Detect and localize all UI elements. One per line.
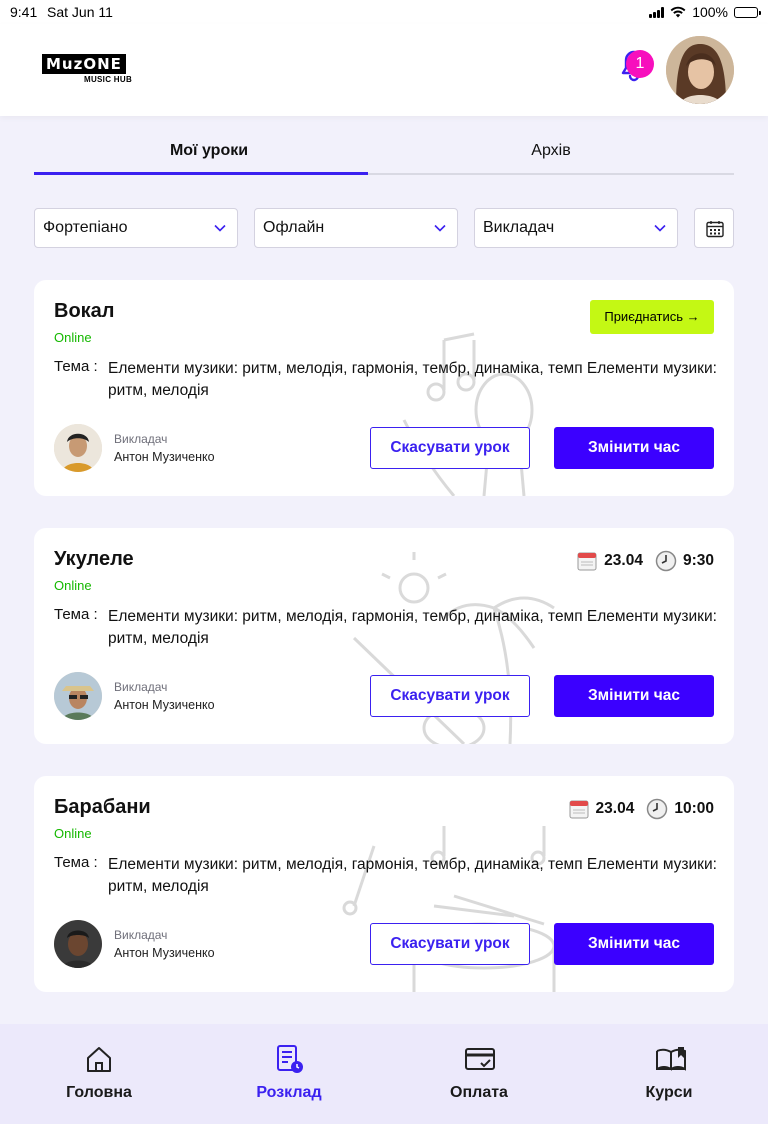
cancel-lesson-button[interactable]: Скасувати урок — [370, 923, 530, 965]
wifi-icon — [670, 6, 686, 18]
status-time: 9:41 — [10, 4, 38, 20]
teacher-select-value: Викладач — [483, 219, 555, 236]
lesson-topic: Елементи музики: ритм, мелодія, гармонія… — [108, 608, 717, 647]
lesson-title: Барабани — [54, 796, 151, 818]
teacher-photo — [54, 920, 102, 968]
tab-archive[interactable]: Архів — [368, 126, 734, 176]
lesson-title: Вокал — [54, 300, 115, 322]
battery-percent: 100% — [692, 4, 728, 20]
lesson-card-drums: Барабани Online 23.04 10:00 Тема : Елеме… — [34, 776, 734, 992]
battery-icon — [734, 6, 761, 18]
teacher-photo — [54, 672, 102, 720]
nav-label-schedule: Розклад — [256, 1084, 322, 1101]
notification-badge: 1 — [626, 50, 654, 78]
lesson-time: 10:00 — [674, 800, 714, 817]
change-time-button[interactable]: Змінити час — [554, 427, 714, 469]
teacher-avatar — [54, 424, 102, 472]
lesson-mode: Online — [54, 578, 92, 593]
user-avatar[interactable] — [666, 36, 734, 104]
lesson-mode: Online — [54, 330, 92, 345]
calendar-icon — [577, 552, 597, 571]
teacher-photo — [54, 424, 102, 472]
format-select[interactable]: Офлайн — [254, 208, 458, 248]
payment-icon — [465, 1048, 495, 1070]
topic-label: Тема : — [54, 854, 98, 871]
calendar-icon — [706, 221, 724, 238]
format-select-value: Офлайн — [263, 219, 325, 236]
nav-item-schedule[interactable]: Розклад — [194, 1024, 384, 1124]
lesson-mode: Online — [54, 826, 92, 841]
lesson-topic: Елементи музики: ритм, мелодія, гармонія… — [108, 856, 717, 895]
nav-item-payment[interactable]: Оплата — [384, 1024, 574, 1124]
status-date: Sat Jun 11 — [47, 4, 113, 20]
teacher-label: Викладач — [114, 928, 168, 942]
courses-icon — [656, 1047, 686, 1071]
home-icon — [87, 1047, 111, 1072]
topic-label: Тема : — [54, 358, 98, 375]
clock-icon — [655, 550, 677, 572]
cancel-lesson-button[interactable]: Скасувати урок — [370, 675, 530, 717]
cellular-signal-icon — [649, 6, 665, 18]
lesson-datetime: 23.04 10:00 — [568, 798, 714, 820]
clock-icon — [647, 798, 668, 820]
schedule-icon — [277, 1045, 303, 1073]
nav-item-home[interactable]: Головна — [4, 1024, 194, 1124]
logo-subtitle: MUSIC HUB — [84, 75, 133, 84]
status-indicators: 100% — [649, 4, 761, 20]
lesson-datetime: 23.04 9:30 — [576, 550, 714, 572]
filter-bar: Фортепіано Офлайн Викладач — [34, 208, 734, 248]
user-photo — [666, 36, 734, 104]
teacher-avatar — [54, 920, 102, 968]
lesson-title: Укулеле — [54, 548, 134, 570]
nav-label-payment: Оплата — [450, 1084, 508, 1101]
teacher-name: Антон Музиченко — [114, 946, 215, 960]
teacher-select[interactable]: Викладач — [474, 208, 678, 248]
teacher-label: Викладач — [114, 680, 168, 694]
status-bar: 9:41 Sat Jun 11 100% — [0, 0, 768, 24]
lesson-date: 23.04 — [604, 552, 643, 569]
nav-label-courses: Курси — [645, 1084, 693, 1101]
lesson-card-vocal: Вокал Online Приєднатись → Тема : Елемен… — [34, 280, 734, 496]
calendar-icon — [569, 800, 589, 819]
teacher-name: Антон Музиченко — [114, 698, 215, 712]
lesson-date: 23.04 — [595, 800, 635, 817]
join-button[interactable]: Приєднатись → — [590, 300, 714, 334]
teacher-name: Антон Музиченко — [114, 450, 215, 464]
nav-item-courses[interactable]: Курси — [574, 1024, 764, 1124]
chevron-down-icon — [434, 224, 446, 232]
tab-my-lessons[interactable]: Мої уроки — [34, 126, 384, 176]
teacher-avatar — [54, 672, 102, 720]
chevron-down-icon — [214, 224, 226, 232]
lesson-topic: Елементи музики: ритм, мелодія, гармонія… — [108, 360, 717, 399]
bottom-navigation: Головна Розклад Оплата Курси — [0, 1024, 768, 1124]
nav-label-home: Головна — [66, 1084, 132, 1101]
chevron-down-icon — [654, 224, 666, 232]
cancel-lesson-button[interactable]: Скасувати урок — [370, 427, 530, 469]
teacher-label: Викладач — [114, 432, 168, 446]
change-time-button[interactable]: Змінити час — [554, 675, 714, 717]
lesson-tabs: Мої уроки Архів — [34, 126, 734, 176]
tab-active-indicator — [34, 172, 368, 175]
calendar-filter-button[interactable] — [694, 208, 734, 248]
change-time-button[interactable]: Змінити час — [554, 923, 714, 965]
muzone-logo[interactable]: MuzONE MUSIC HUB — [42, 54, 146, 88]
lesson-time: 9:30 — [682, 552, 714, 569]
lesson-card-ukulele: Укулеле Online 23.04 9:30 Тема : Елемент… — [34, 528, 734, 744]
topic-label: Тема : — [54, 606, 98, 623]
instrument-select-value: Фортепіано — [43, 219, 128, 236]
instrument-select[interactable]: Фортепіано — [34, 208, 238, 248]
logo-wordmark: MuzONE — [42, 54, 126, 74]
